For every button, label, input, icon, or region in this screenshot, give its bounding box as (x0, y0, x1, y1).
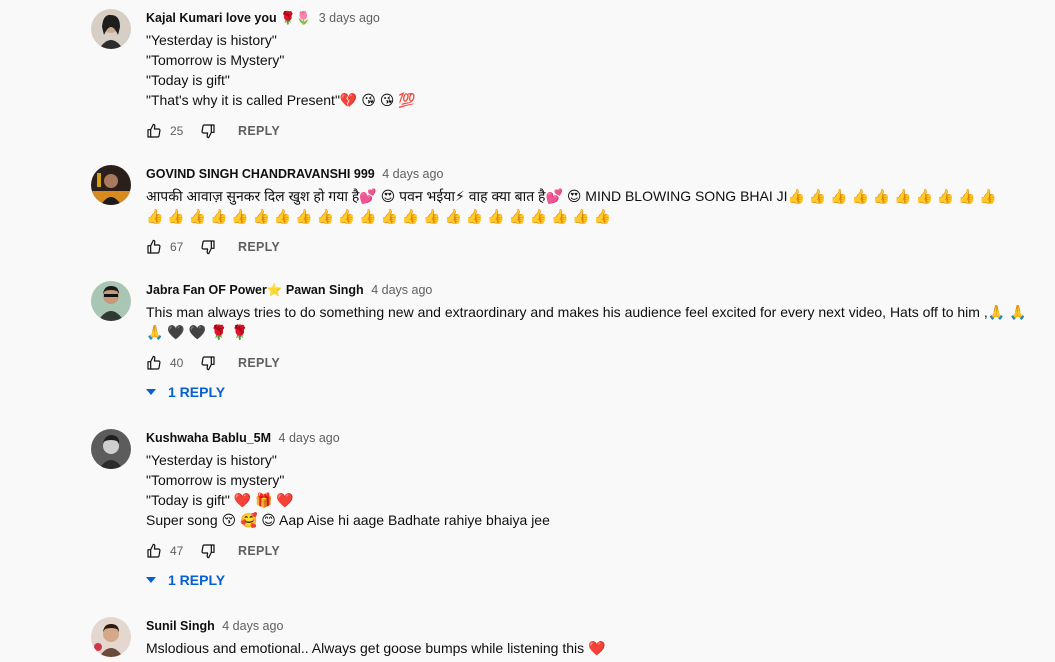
like-count: 47 (170, 544, 184, 558)
thumbs-up-icon[interactable] (146, 123, 162, 139)
comment-timestamp[interactable]: 4 days ago (382, 167, 443, 181)
author-name[interactable]: GOVIND SINGH CHANDRAVANSHI 999 (146, 167, 375, 181)
comment-text: This man always tries to do something ne… (146, 302, 1036, 342)
thumbs-down-icon[interactable] (200, 123, 216, 139)
comment-header: Kajal Kumari love you 🌹🌷 3 days ago (146, 9, 380, 27)
view-replies-button[interactable]: 1 REPLY (146, 570, 225, 590)
comment-line: This man always tries to do something ne… (146, 304, 1027, 320)
replies-count-label: 1 REPLY (168, 384, 226, 400)
comment-text: Mslodious and emotional.. Always get goo… (146, 638, 1036, 658)
comment-line: आपकी आवाज़ सुनकर दिल खुश हो गया है💕 😍 पव… (146, 188, 997, 204)
author-name[interactable]: Kushwaha Bablu_5M (146, 431, 271, 445)
comment-header: Sunil Singh 4 days ago (146, 617, 283, 635)
author-name[interactable]: Kajal Kumari love you 🌹🌷 (146, 11, 311, 25)
reply-button[interactable]: REPLY (238, 124, 280, 138)
thumbs-up-icon[interactable] (146, 355, 162, 371)
avatar[interactable] (91, 9, 131, 49)
comment-line: "Tomorrow is Mystery" (146, 52, 285, 68)
like-count: 67 (170, 240, 184, 254)
reply-button[interactable]: REPLY (238, 240, 280, 254)
reply-button[interactable]: REPLY (238, 356, 280, 370)
comment-timestamp[interactable]: 4 days ago (222, 619, 283, 633)
comment-header: Kushwaha Bablu_5M 4 days ago (146, 429, 340, 447)
reply-button[interactable]: REPLY (238, 544, 280, 558)
comment-header: Jabra Fan OF Power⭐ Pawan Singh 4 days a… (146, 281, 432, 299)
thumbs-up-icon[interactable] (146, 543, 162, 559)
caret-down-icon (146, 575, 156, 585)
comment-line: 🙏 🖤 🖤 🌹 🌹 (146, 324, 249, 340)
author-name[interactable]: Jabra Fan OF Power⭐ Pawan Singh (146, 283, 364, 297)
replies-count-label: 1 REPLY (168, 572, 226, 588)
like-count: 25 (170, 124, 184, 138)
comment-line: "Today is gift" (146, 72, 230, 88)
comment-line: "Yesterday is history" (146, 32, 277, 48)
view-replies-button[interactable]: 1 REPLY (146, 382, 225, 402)
comment-line: "Yesterday is history" (146, 452, 277, 468)
thumbs-down-icon[interactable] (200, 239, 216, 255)
avatar[interactable] (91, 429, 131, 469)
caret-down-icon (146, 387, 156, 397)
comment-text: "Yesterday is history" "Tomorrow is Myst… (146, 30, 1036, 110)
comment-timestamp[interactable]: 3 days ago (319, 11, 380, 25)
comment-actions: 67 REPLY (146, 237, 280, 257)
comment-line: Super song 😚 🥰 😊 Aap Aise hi aage Badhat… (146, 512, 550, 528)
thumbs-down-icon[interactable] (200, 355, 216, 371)
avatar[interactable] (91, 617, 131, 657)
comment-text: आपकी आवाज़ सुनकर दिल खुश हो गया है💕 😍 पव… (146, 186, 1036, 226)
comment-header: GOVIND SINGH CHANDRAVANSHI 999 4 days ag… (146, 165, 443, 183)
thumbs-up-icon[interactable] (146, 239, 162, 255)
comment-actions: 47 REPLY (146, 541, 280, 561)
avatar[interactable] (91, 281, 131, 321)
comment-actions: 40 REPLY (146, 353, 280, 373)
comments-section: Kajal Kumari love you 🌹🌷 3 days ago "Yes… (0, 0, 1055, 662)
avatar[interactable] (91, 165, 131, 205)
like-count: 40 (170, 356, 184, 370)
comment-line: "Tomorrow is mystery" (146, 472, 285, 488)
comment-text: "Yesterday is history" "Tomorrow is myst… (146, 450, 1036, 530)
comment-timestamp[interactable]: 4 days ago (371, 283, 432, 297)
comment-actions: 25 REPLY (146, 121, 280, 141)
author-name[interactable]: Sunil Singh (146, 619, 215, 633)
comment-line: "That's why it is called Present"💔 😘 😘 💯 (146, 92, 416, 108)
comment-line: 👍 👍 👍 👍 👍 👍 👍 👍 👍 👍 👍 👍 👍 👍 👍 👍 👍 👍 👍 👍 … (146, 208, 612, 224)
comment-timestamp[interactable]: 4 days ago (279, 431, 340, 445)
comment-line: Mslodious and emotional.. Always get goo… (146, 640, 606, 656)
thumbs-down-icon[interactable] (200, 543, 216, 559)
comment-line: "Today is gift" ❤️ 🎁 ❤️ (146, 492, 294, 508)
